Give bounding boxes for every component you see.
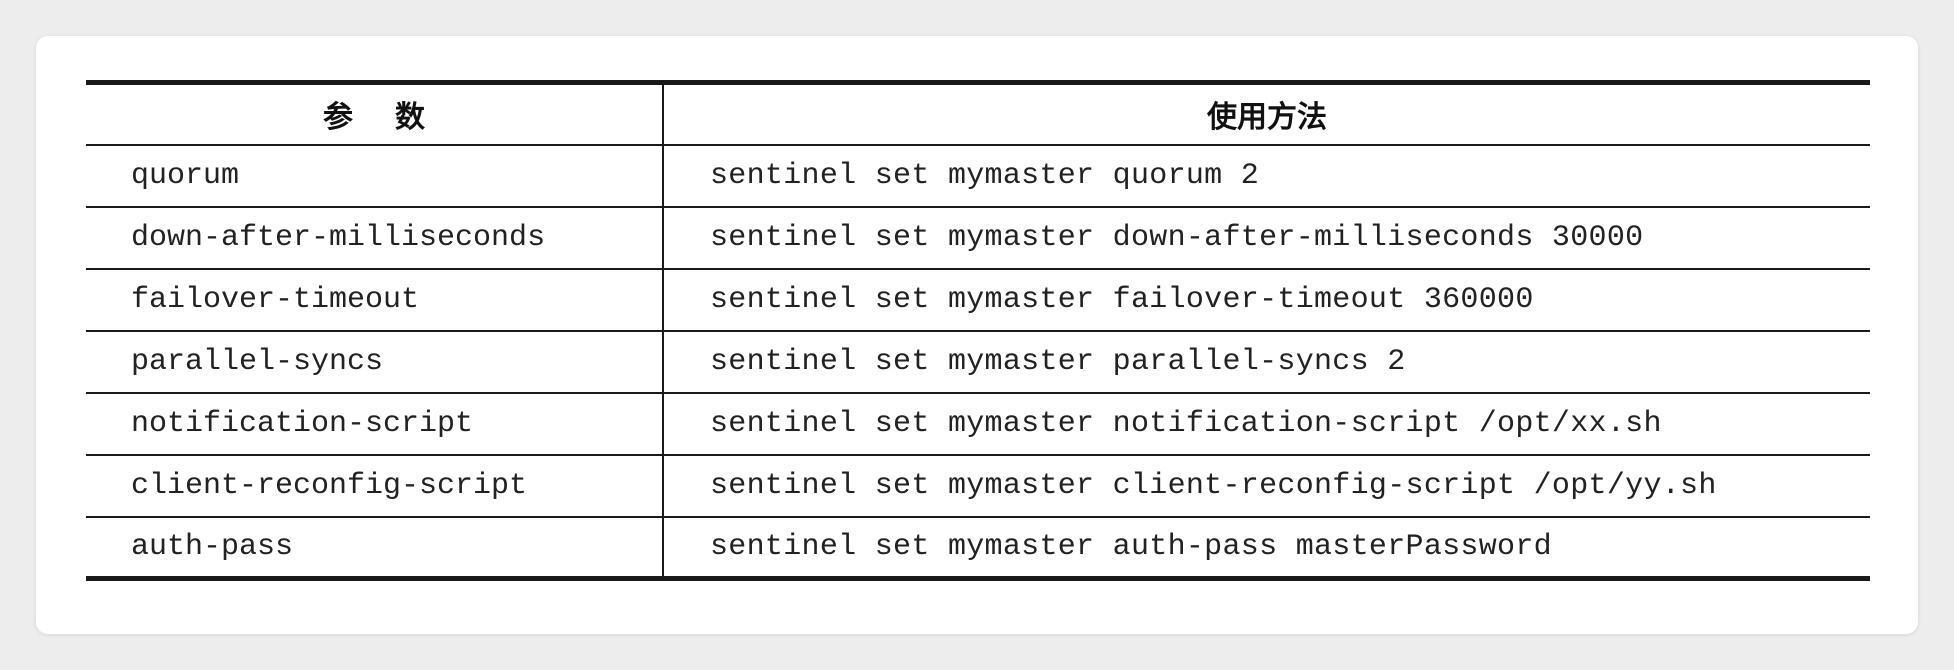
param-name: failover-timeout <box>86 268 663 332</box>
table-row: quorum sentinel set mymaster quorum 2 <box>86 144 1870 208</box>
param-name: auth-pass <box>86 516 663 580</box>
param-usage: sentinel set mymaster notification-scrip… <box>662 392 1870 456</box>
param-usage: sentinel set mymaster failover-timeout 3… <box>662 268 1870 332</box>
table-row: client-reconfig-script sentinel set myma… <box>86 454 1870 518</box>
param-usage: sentinel set mymaster quorum 2 <box>662 144 1870 208</box>
table-row: down-after-milliseconds sentinel set mym… <box>86 206 1870 270</box>
content-card: 参数 使用方法 quorum sentinel set mymaster quo… <box>36 36 1918 634</box>
header-param: 参数 <box>86 82 663 146</box>
table-header-row: 参数 使用方法 <box>86 82 1870 146</box>
param-name: down-after-milliseconds <box>86 206 663 270</box>
param-usage: sentinel set mymaster client-reconfig-sc… <box>662 454 1870 518</box>
table-row: parallel-syncs sentinel set mymaster par… <box>86 330 1870 394</box>
table-row: failover-timeout sentinel set mymaster f… <box>86 268 1870 332</box>
param-usage: sentinel set mymaster auth-pass masterPa… <box>662 516 1870 580</box>
param-name: client-reconfig-script <box>86 454 663 518</box>
param-usage: sentinel set mymaster parallel-syncs 2 <box>662 330 1870 394</box>
param-name: quorum <box>86 144 663 208</box>
param-name: parallel-syncs <box>86 330 663 394</box>
param-usage: sentinel set mymaster down-after-millise… <box>662 206 1870 270</box>
table-row: notification-script sentinel set mymaste… <box>86 392 1870 456</box>
table-row: auth-pass sentinel set mymaster auth-pas… <box>86 516 1870 580</box>
param-name: notification-script <box>86 392 663 456</box>
header-usage: 使用方法 <box>662 82 1870 146</box>
sentinel-params-table: 参数 使用方法 quorum sentinel set mymaster quo… <box>86 80 1870 581</box>
